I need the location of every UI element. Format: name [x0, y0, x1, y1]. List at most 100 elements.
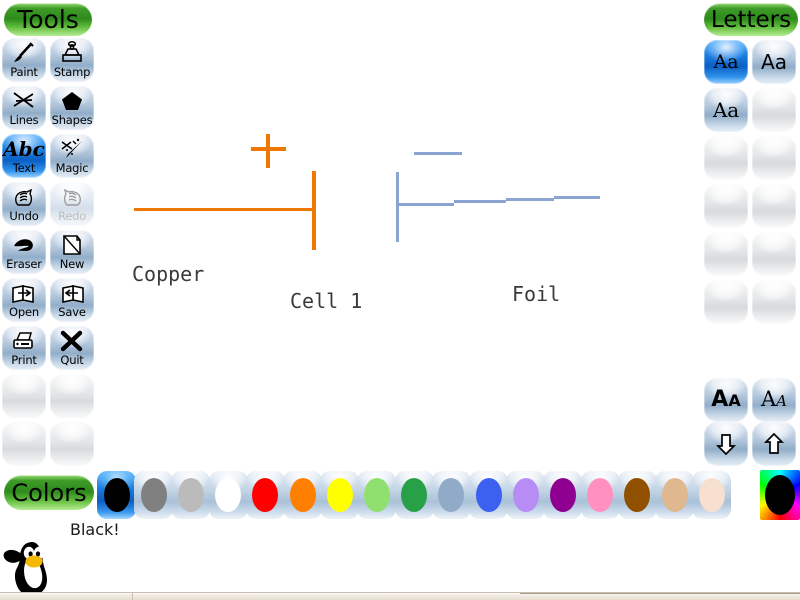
tool-button-stamp[interactable]: Stamp — [50, 38, 94, 82]
save-book-icon — [50, 280, 94, 306]
tux-penguin-mascot — [2, 540, 80, 600]
drawing-canvas[interactable]: Copper Cell 1 Foil — [96, 0, 704, 468]
canvas-label-1: Cell 1 — [290, 289, 363, 313]
font-serif-mono-icon: Aa — [713, 51, 739, 73]
color-blob — [215, 478, 242, 512]
color-swatch-orange[interactable] — [283, 471, 322, 519]
font-button-2[interactable]: Aa — [752, 40, 796, 84]
color-swatch-light-green[interactable] — [357, 471, 397, 519]
foil-vertical-bar — [396, 172, 399, 242]
color-swatch-lavender[interactable] — [506, 471, 546, 519]
color-blob — [587, 478, 614, 512]
empty-icon — [704, 184, 748, 228]
color-blob — [326, 478, 353, 512]
arrow-down-icon — [704, 422, 748, 466]
color-swatch-sky-blue[interactable] — [431, 471, 471, 519]
color-swatch-color-picker[interactable] — [760, 470, 800, 520]
tool-button-empty — [2, 374, 46, 418]
empty-icon — [752, 88, 796, 132]
letters-control-text-style[interactable]: AA — [752, 378, 796, 422]
tool-button-label: Print — [11, 353, 37, 367]
letters-control-arrow-down[interactable] — [704, 422, 748, 466]
font-serif-icon: Aa — [712, 98, 740, 122]
tool-button-undo[interactable]: Undo — [2, 182, 46, 226]
empty-icon — [752, 232, 796, 276]
color-blob — [289, 478, 316, 512]
redo-hand-icon — [50, 184, 94, 210]
arrow-up-icon — [752, 422, 796, 466]
tool-button-label: Redo — [57, 209, 87, 223]
tuxpaint-window: Tools Paint Stamp Lines Shapes Abc Text Magic U… — [0, 0, 800, 600]
color-swatch-pink[interactable] — [580, 471, 620, 519]
text-size-icon: AA — [711, 386, 741, 412]
tool-button-quit[interactable]: Quit — [50, 326, 94, 370]
font-button-empty — [704, 136, 748, 180]
font-button-empty — [752, 136, 796, 180]
tool-button-print[interactable]: Print — [2, 326, 46, 370]
font-button-3[interactable]: Aa — [704, 88, 748, 132]
font-button-empty — [752, 232, 796, 276]
color-swatch-tan[interactable] — [655, 471, 694, 519]
open-book-icon — [2, 280, 46, 306]
color-swatch-beige[interactable] — [692, 471, 732, 519]
stamp-icon — [50, 40, 94, 66]
color-swatch-light-grey[interactable] — [171, 471, 211, 519]
bottom-divider — [0, 592, 800, 600]
letters-control-arrow-up[interactable] — [752, 422, 796, 466]
tool-button-empty — [50, 422, 94, 466]
color-blob — [140, 478, 167, 512]
color-swatch-black[interactable] — [97, 471, 136, 519]
color-blob — [512, 478, 539, 512]
color-blob — [475, 478, 502, 512]
copper-cross-vertical — [266, 134, 270, 168]
lines-icon — [2, 88, 46, 114]
eraser-icon — [2, 232, 46, 258]
foil-horizontal-seg-1 — [397, 203, 454, 206]
tool-button-label: Magic — [55, 161, 89, 175]
tool-button-label: Save — [58, 305, 86, 319]
paintbrush-icon — [2, 40, 46, 66]
color-blob — [765, 475, 795, 515]
color-swatch-purple[interactable] — [543, 471, 583, 519]
tool-button-shapes[interactable]: Shapes — [50, 86, 94, 130]
tool-button-empty — [2, 422, 46, 466]
text-style-icon: AA — [760, 387, 787, 411]
colors-title-label: Colors — [11, 478, 87, 507]
letters-title-label: Letters — [710, 6, 792, 33]
tool-button-eraser[interactable]: Eraser — [2, 230, 46, 274]
color-swatch-dark-grey[interactable] — [134, 471, 174, 519]
empty-icon — [2, 424, 46, 450]
color-blob — [661, 478, 688, 512]
font-button-1[interactable]: Aa — [704, 40, 748, 84]
tool-button-new[interactable]: New — [50, 230, 94, 274]
tool-button-label: Lines — [9, 113, 39, 127]
tool-button-magic[interactable]: Magic — [50, 134, 94, 178]
letters-control-text-size[interactable]: AA — [704, 378, 748, 422]
tool-button-text[interactable]: Abc Text — [2, 134, 46, 178]
tool-button-open[interactable]: Open — [2, 278, 46, 322]
tool-button-label: Text — [12, 161, 36, 175]
magic-wand-icon — [50, 136, 94, 162]
color-blob — [363, 478, 390, 512]
tool-button-redo[interactable]: Redo — [50, 182, 94, 226]
tool-button-label: Stamp — [53, 65, 91, 79]
tool-button-paint[interactable]: Paint — [2, 38, 46, 82]
color-swatch-white[interactable] — [208, 471, 248, 519]
canvas-label-0: Copper — [132, 262, 205, 286]
printer-icon — [2, 328, 46, 354]
tool-button-label: Quit — [60, 353, 84, 367]
color-swatch-blue[interactable] — [469, 471, 508, 519]
tool-button-lines[interactable]: Lines — [2, 86, 46, 130]
font-button-empty — [704, 280, 748, 324]
empty-icon — [704, 232, 748, 276]
color-swatch-dark-green[interactable] — [394, 471, 434, 519]
status-message: Black! — [70, 520, 120, 539]
color-swatch-red[interactable] — [245, 471, 285, 519]
empty-icon — [752, 136, 796, 180]
color-blob — [252, 478, 279, 512]
color-swatch-brown[interactable] — [617, 471, 657, 519]
foil-horizontal-seg-3 — [506, 198, 554, 201]
color-swatch-yellow[interactable] — [320, 471, 360, 519]
tool-button-save[interactable]: Save — [50, 278, 94, 322]
color-blob — [177, 478, 204, 512]
